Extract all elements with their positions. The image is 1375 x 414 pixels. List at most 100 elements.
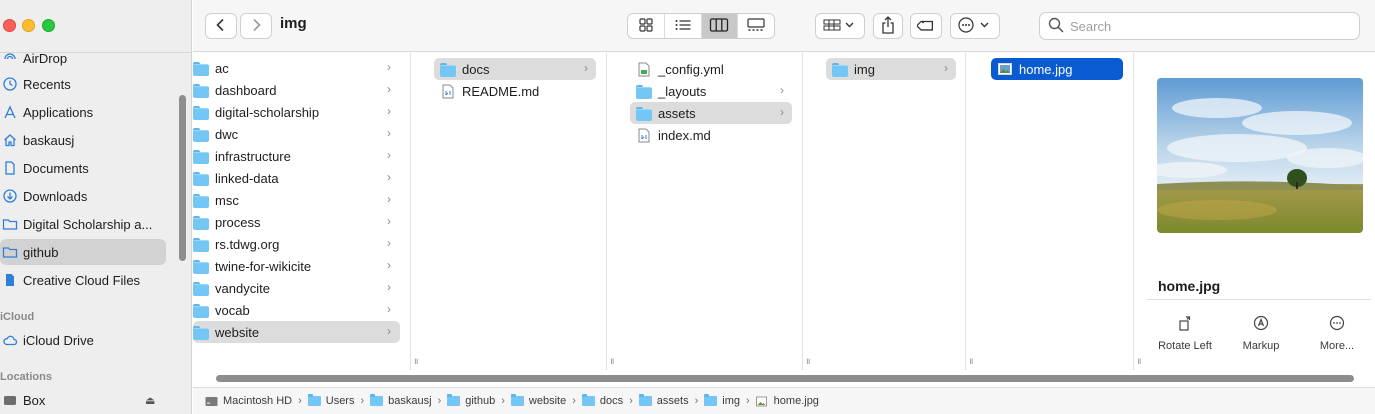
zoom-window-button[interactable] <box>42 19 55 32</box>
sidebar-item-label: iCloud Drive <box>23 332 94 348</box>
chevron-right-icon: › <box>387 192 391 206</box>
list-item-selected[interactable]: img › <box>826 58 956 80</box>
list-item[interactable]: _layouts › <box>630 80 792 102</box>
forward-button[interactable] <box>240 13 272 39</box>
list-item[interactable]: linked-data › <box>193 167 400 189</box>
path-crumb[interactable]: home.jpg <box>755 395 819 407</box>
list-item[interactable]: rs.tdwg.org › <box>193 233 400 255</box>
path-crumb[interactable]: img › <box>704 394 755 407</box>
chevron-right-icon: › <box>746 395 750 407</box>
chevron-right-icon: › <box>387 60 391 74</box>
group-icon <box>823 18 857 35</box>
list-item[interactable]: index.md <box>630 124 792 146</box>
sidebar-item-airdrop[interactable]: AirDrop <box>0 45 166 71</box>
sidebar-item-label: Documents <box>23 160 89 176</box>
list-item[interactable]: README.md <box>434 80 596 102</box>
list-item-selected[interactable]: docs › <box>434 58 596 80</box>
sidebar-item-digital-scholarship[interactable]: Digital Scholarship a... <box>0 211 166 237</box>
sidebar-item-icloud-drive[interactable]: iCloud Drive <box>0 327 166 353</box>
chevron-right-icon: › <box>387 148 391 162</box>
path-crumb[interactable]: assets › <box>638 394 704 407</box>
chevron-right-icon: › <box>387 126 391 140</box>
chevron-right-icon: › <box>387 280 391 294</box>
tags-button[interactable] <box>910 13 942 39</box>
sidebar-item-recents[interactable]: Recents <box>0 71 166 97</box>
sidebar-item-label: Digital Scholarship a... <box>23 216 153 232</box>
chevron-right-icon: › <box>387 170 391 184</box>
list-item-selected[interactable]: assets › <box>630 102 792 124</box>
icon-view-button[interactable] <box>628 14 665 38</box>
list-item[interactable]: vocab › <box>193 299 400 321</box>
search-input[interactable] <box>1070 18 1350 34</box>
preview-pane: home.jpg Rotate Left Markup More... <box>1147 53 1371 370</box>
list-item[interactable]: process › <box>193 211 400 233</box>
group-by-button[interactable] <box>815 13 865 39</box>
gallery-view-button[interactable] <box>738 14 774 38</box>
column-resize-handle[interactable]: ıı <box>969 356 973 367</box>
share-button[interactable] <box>873 13 903 39</box>
more-button[interactable]: More... <box>1302 315 1372 352</box>
list-item[interactable]: vandycite › <box>193 277 400 299</box>
markup-icon <box>1253 315 1269 334</box>
sidebar-item-github[interactable]: github <box>0 239 166 265</box>
column-resize-handle[interactable]: ıı <box>414 356 418 367</box>
sidebar-item-documents[interactable]: Documents <box>0 155 166 181</box>
column-resize-handle[interactable]: ıı <box>806 356 810 367</box>
action-menu-button[interactable] <box>950 13 1000 39</box>
crumb-label: assets <box>656 395 689 407</box>
list-item[interactable]: msc › <box>193 189 400 211</box>
column-resize-handle[interactable]: ıı <box>610 356 614 367</box>
chevron-right-icon: › <box>501 395 505 407</box>
sidebar: AirDrop Recents Applications baskausj Do… <box>0 0 192 414</box>
browser-column-4: img › <box>816 53 966 370</box>
drive-icon <box>2 392 18 408</box>
close-window-button[interactable] <box>3 19 16 32</box>
column-resize-handle[interactable]: ıı <box>1137 356 1141 367</box>
sidebar-item-baskausj[interactable]: baskausj <box>0 127 166 153</box>
sidebar-item-label: Applications <box>23 104 94 120</box>
chevron-right-icon: › <box>944 61 948 75</box>
horizontal-scrollbar[interactable] <box>216 375 1354 382</box>
item-name: ac <box>215 60 229 76</box>
list-item[interactable]: dashboard › <box>193 79 400 101</box>
list-view-button[interactable] <box>665 14 702 38</box>
column-view-button[interactable] <box>701 14 739 38</box>
list-item[interactable]: infrastructure › <box>193 145 400 167</box>
item-name: vandycite <box>215 280 270 296</box>
rotate-left-button[interactable]: Rotate Left <box>1150 315 1220 352</box>
browser-column-5: home.jpg <box>979 53 1134 370</box>
sidebar-item-downloads[interactable]: Downloads <box>0 183 166 209</box>
folder-icon <box>193 105 209 120</box>
minimize-window-button[interactable] <box>22 19 35 32</box>
path-crumb[interactable]: website › <box>510 394 582 407</box>
chevron-right-icon: › <box>437 395 442 407</box>
sidebar-item-box[interactable]: Box <box>0 387 166 413</box>
search-field[interactable] <box>1039 12 1360 40</box>
folder-icon <box>193 237 209 252</box>
drive-icon <box>205 396 218 407</box>
chevron-right-icon: › <box>694 395 699 407</box>
airdrop-icon <box>2 50 18 66</box>
path-crumb[interactable]: github › <box>447 394 511 407</box>
path-crumb[interactable]: baskausj › <box>370 394 447 407</box>
eject-icon[interactable]: ⏏ <box>145 394 155 407</box>
list-item[interactable]: digital-scholarship › <box>193 101 400 123</box>
markup-button[interactable]: Markup <box>1226 315 1296 352</box>
folder-icon <box>510 394 524 407</box>
path-crumb[interactable]: Macintosh HD › <box>205 395 308 407</box>
sidebar-item-creative-cloud[interactable]: Creative Cloud Files <box>0 267 166 293</box>
path-crumb[interactable]: Users › <box>307 394 370 407</box>
preview-filename: home.jpg <box>1158 278 1221 294</box>
list-item-selected[interactable]: home.jpg <box>991 58 1123 80</box>
list-item[interactable]: dwc › <box>193 123 400 145</box>
path-crumb[interactable]: docs › <box>581 394 639 407</box>
list-item-selected[interactable]: website › <box>193 321 400 343</box>
list-item[interactable]: _config.yml <box>630 58 792 80</box>
list-item[interactable]: ac › <box>193 57 400 79</box>
list-item[interactable]: twine-for-wikicite › <box>193 255 400 277</box>
image-file-icon <box>997 62 1013 76</box>
back-button[interactable] <box>205 13 237 39</box>
sidebar-scrollbar[interactable] <box>179 95 186 261</box>
item-name: assets <box>658 105 696 121</box>
sidebar-item-applications[interactable]: Applications <box>0 99 166 125</box>
